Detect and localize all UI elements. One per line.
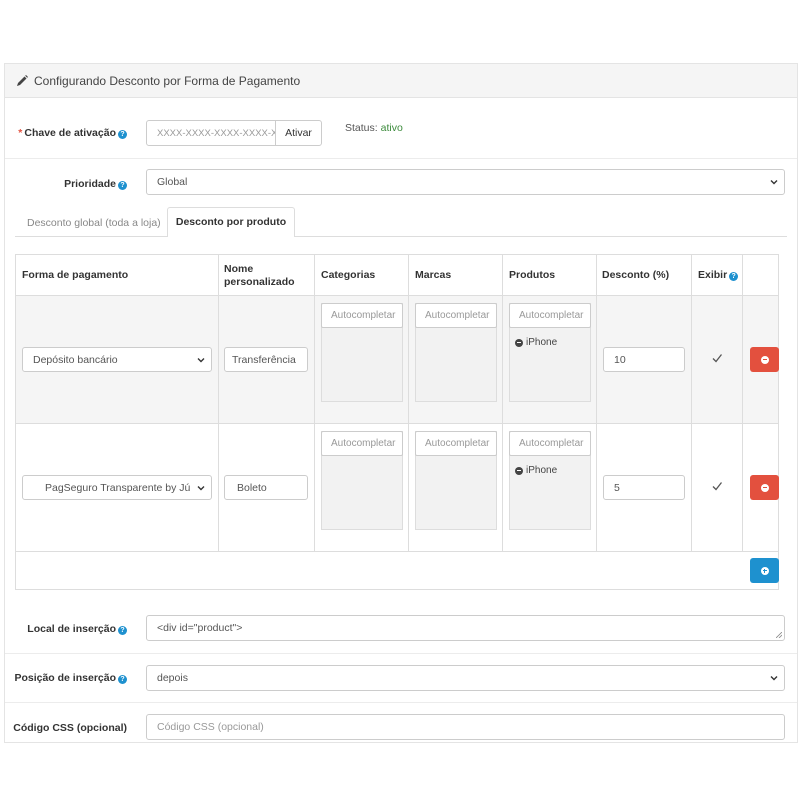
discount-input[interactable]: 5 [603,475,685,500]
payment-method-select[interactable]: PagSeguro Transparente by Júlio [22,475,212,500]
css-code-label: Código CSS (opcional) [13,722,127,734]
activation-status: Status: ativo [345,122,403,134]
tabs-baseline [15,236,787,237]
tab-product-discount[interactable]: Desconto por produto [167,207,295,237]
brands-autocomplete[interactable]: Autocompletar [415,431,497,456]
divider [5,702,797,703]
help-icon[interactable]: ? [729,272,739,281]
chevron-down-icon [770,676,778,681]
product-tag: iPhone [515,465,557,476]
col-divider [314,255,315,551]
product-tag-label: iPhone [526,337,558,348]
activate-button[interactable]: Ativar [275,120,322,146]
remove-row-button[interactable] [750,347,779,372]
required-marker: * [18,127,23,139]
priority-label: Prioridade? [13,178,127,190]
chevron-down-icon [770,180,778,185]
status-label: Status: [345,122,378,134]
divider [5,653,797,654]
activation-key-label: * Chave de ativação? [13,127,127,139]
tab-global-discount[interactable]: Desconto global (toda a loja) [27,217,161,229]
col-divider [502,255,503,551]
insertion-place-label-text: Local de inserção [27,623,116,635]
help-icon[interactable]: ? [118,626,127,635]
categories-autocomplete[interactable]: Autocompletar [321,303,403,328]
discount-config-panel: Configurando Desconto por Forma de Pagam… [4,63,798,743]
discount-table: Forma de pagamento Nome personalizado Ca… [15,254,779,590]
product-tag: iPhone [515,337,557,348]
chevron-down-icon [197,358,205,363]
help-icon[interactable]: ? [118,675,127,684]
insertion-position-label: Posição de inserção? [13,672,127,684]
insertion-position-select[interactable]: depois [146,665,785,691]
css-code-textarea[interactable]: Código CSS (opcional) [146,714,785,740]
col-header-name-line1: Nome [224,263,254,275]
custom-name-input[interactable]: Boleto [224,475,308,500]
discount-input[interactable]: 10 [603,347,685,372]
col-header-brands: Marcas [415,269,452,281]
insertion-place-label: Local de inserção? [13,623,127,635]
payment-method-value: Depósito bancário [33,353,118,366]
payment-method-select[interactable]: Depósito bancário [22,347,212,372]
product-tag-label: iPhone [526,465,558,476]
products-autocomplete[interactable]: Autocompletar [509,303,591,328]
plus-circle-icon [760,566,769,575]
tab-active-gap [168,236,294,237]
minus-circle-icon [760,355,769,364]
col-divider [691,255,692,551]
brands-autocomplete[interactable]: Autocompletar [415,303,497,328]
panel-heading: Configurando Desconto por Forma de Pagam… [5,64,797,98]
divider [5,158,797,159]
panel-title: Configurando Desconto por Forma de Pagam… [34,73,301,88]
activation-key-input[interactable]: XXXX-XXXX-XXXX-XXXX-XX [146,120,277,146]
insertion-position-value: depois [157,672,188,684]
checkbox-checked-icon[interactable] [712,353,722,363]
priority-label-text: Prioridade [64,178,116,190]
row-border [16,551,778,552]
col-header-discount: Desconto (%) [602,269,670,281]
activation-key-label-text: Chave de ativação [24,127,116,139]
col-header-show-text: Exibir [698,269,728,281]
col-header-categories: Categorias [321,269,376,281]
insertion-position-label-text: Posição de inserção [14,672,116,684]
payment-method-value: PagSeguro Transparente by Júlio [45,481,190,494]
categories-autocomplete[interactable]: Autocompletar [321,431,403,456]
col-header-name: Nome personalizado [224,263,295,289]
col-divider [408,255,409,551]
priority-select[interactable]: Global [146,169,785,195]
remove-circle-icon[interactable] [515,338,523,347]
custom-name-input[interactable]: Transferência [224,347,308,372]
chevron-down-icon [197,486,205,491]
col-divider [742,255,743,551]
help-icon[interactable]: ? [118,181,127,190]
add-row-button[interactable] [750,558,779,583]
insertion-place-value: <div id="product"> [157,622,243,634]
col-header-products: Produtos [509,269,556,281]
col-header-name-line2: personalizado [224,276,295,288]
priority-value: Global [157,176,188,188]
minus-circle-icon [760,483,769,492]
products-autocomplete[interactable]: Autocompletar [509,431,591,456]
checkbox-checked-icon[interactable] [712,481,722,491]
col-divider [596,255,597,551]
col-divider [218,255,219,551]
resize-grip-icon[interactable] [776,632,782,638]
remove-row-button[interactable] [750,475,779,500]
status-value: ativo [380,122,403,134]
col-header-show: Exibir? [698,269,739,282]
insertion-place-textarea[interactable]: <div id="product"> [146,615,785,641]
col-header-payment: Forma de pagamento [22,269,129,281]
pencil-icon [17,74,28,86]
remove-circle-icon[interactable] [515,466,523,475]
help-icon[interactable]: ? [118,130,127,139]
